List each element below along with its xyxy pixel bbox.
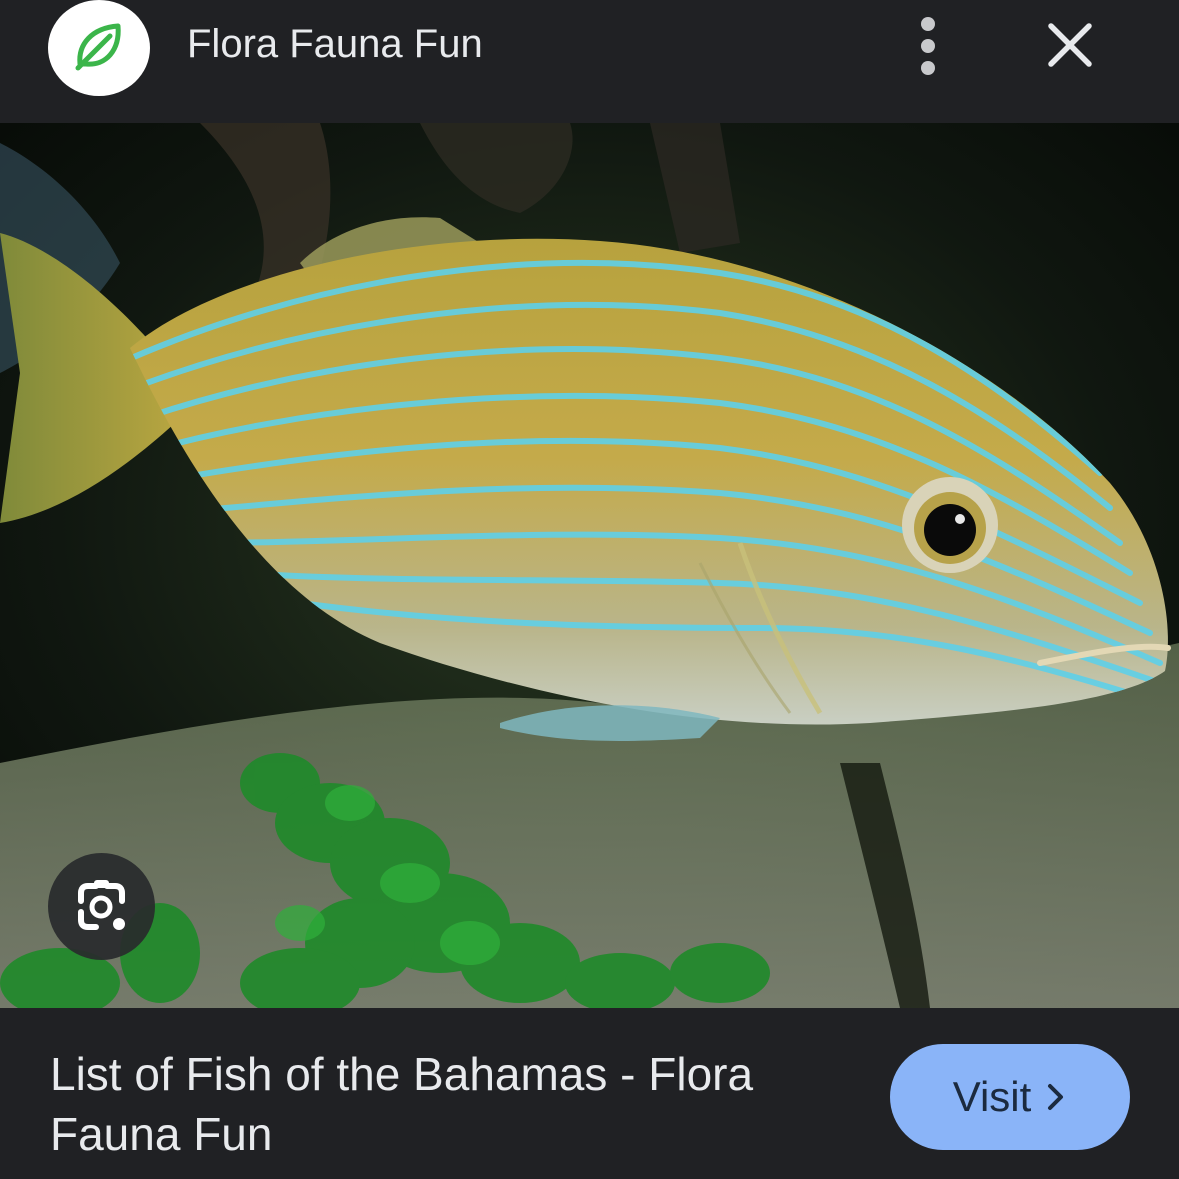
- result-title[interactable]: List of Fish of the Bahamas - Flora Faun…: [50, 1044, 850, 1164]
- close-button[interactable]: [1036, 14, 1104, 78]
- google-lens-button[interactable]: [48, 853, 155, 960]
- site-logo[interactable]: [48, 0, 150, 96]
- preview-header: Flora Fauna Fun: [0, 0, 1179, 123]
- google-lens-icon: [78, 880, 125, 930]
- more-vert-icon: [921, 17, 935, 75]
- more-options-button[interactable]: [900, 14, 956, 78]
- preview-footer: List of Fish of the Bahamas - Flora Faun…: [0, 1008, 1179, 1179]
- preview-image[interactable]: [0, 123, 1179, 1008]
- close-icon: [1048, 23, 1092, 67]
- site-name[interactable]: Flora Fauna Fun: [187, 18, 483, 70]
- chevron-right-icon: [1048, 1084, 1064, 1110]
- visit-button[interactable]: Visit: [890, 1044, 1130, 1150]
- image-preview-panel: Flora Fauna Fun List of Fish of the Baha…: [0, 0, 1179, 1179]
- leaf-icon: [68, 16, 128, 76]
- visit-label: Visit: [952, 1073, 1032, 1120]
